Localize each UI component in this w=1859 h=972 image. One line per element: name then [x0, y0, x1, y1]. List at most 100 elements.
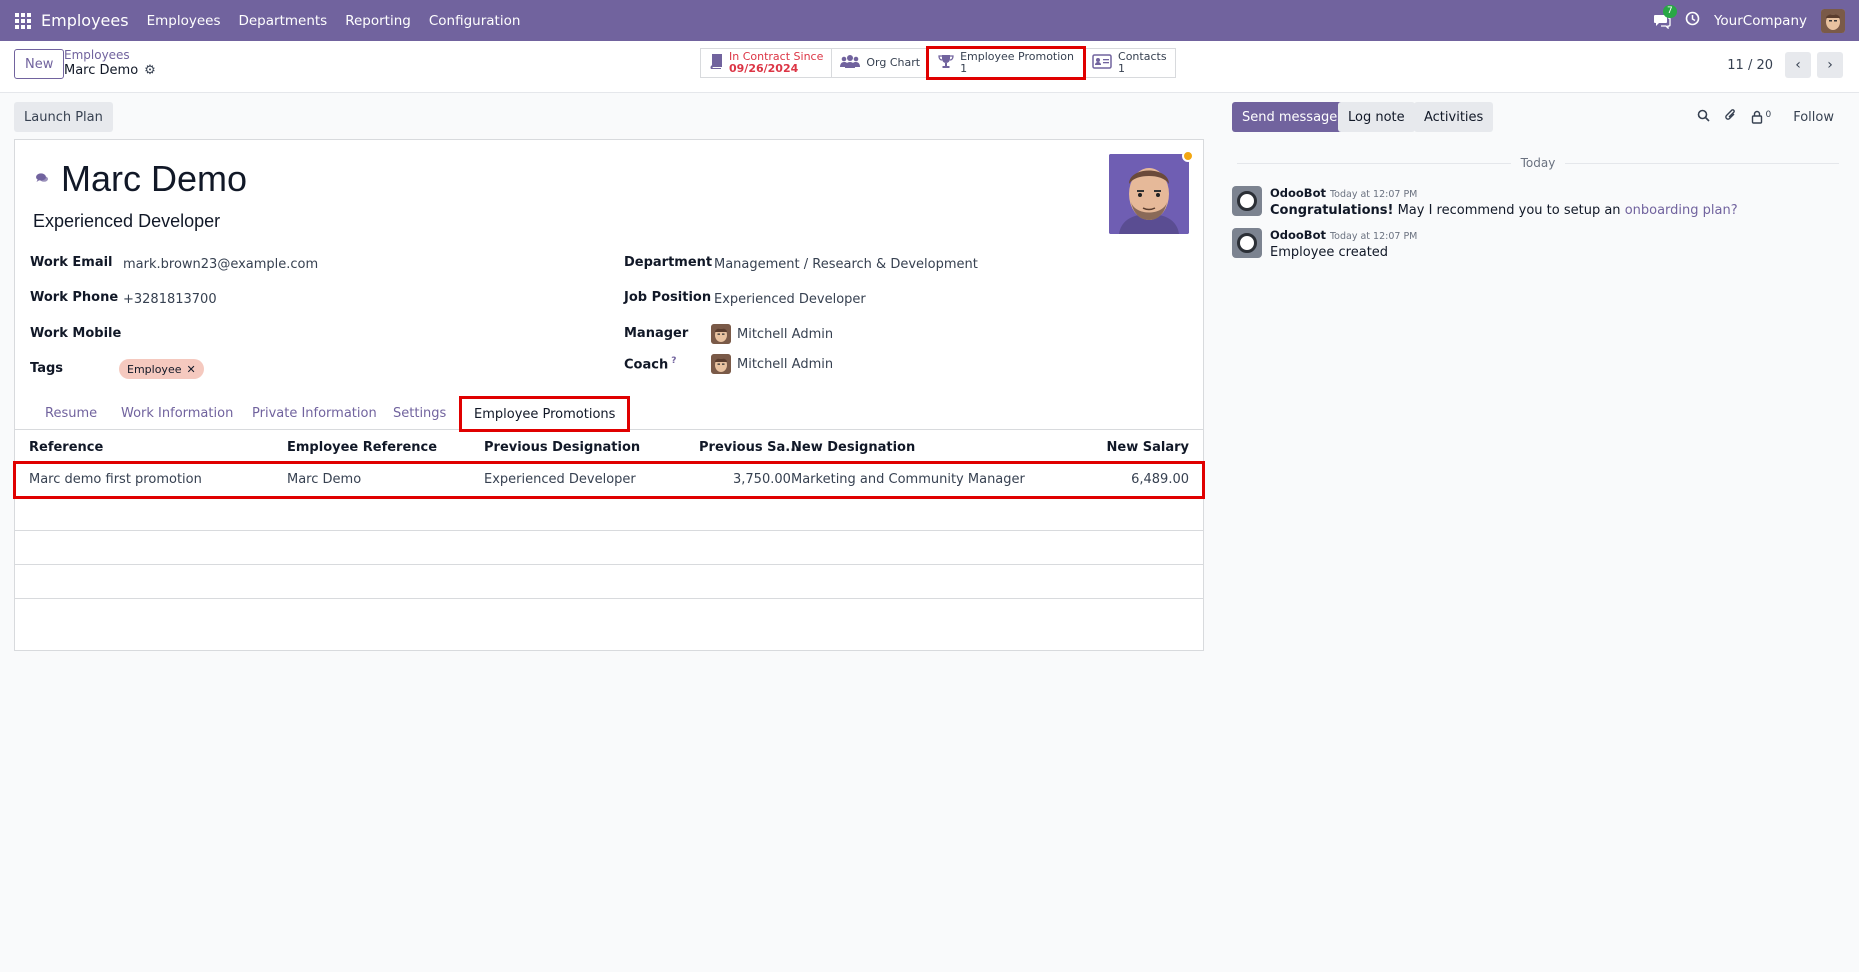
presence-status-dot — [1182, 150, 1194, 162]
work-phone-field[interactable]: +3281813700 — [123, 292, 217, 307]
table-row[interactable]: Marc demo first promotion Marc Demo Expe… — [13, 461, 1205, 499]
message-bold: Congratulations! — [1270, 203, 1394, 218]
cell-reference: Marc demo first promotion — [29, 472, 202, 487]
col-previous-designation[interactable]: Previous Designation — [484, 440, 640, 455]
gear-icon[interactable]: ⚙ — [144, 63, 156, 78]
work-email-field[interactable]: mark.brown23@example.com — [123, 257, 318, 272]
chevron-left-icon[interactable]: ‹ — [1785, 52, 1811, 78]
manager-name: Mitchell Admin — [737, 326, 834, 342]
employee-photo[interactable] — [1109, 154, 1189, 234]
col-employee-reference[interactable]: Employee Reference — [287, 440, 437, 455]
work-mobile-field[interactable] — [123, 326, 503, 344]
breadcrumb-current-label: Marc Demo — [64, 63, 139, 78]
top-navbar: Employees Employees Departments Reportin… — [0, 0, 1859, 41]
employee-name[interactable]: Marc Demo — [61, 158, 247, 200]
apps-grid-icon[interactable] — [15, 12, 31, 29]
chevron-right-icon[interactable]: › — [1817, 52, 1843, 78]
coach-field[interactable]: Mitchell Admin — [711, 354, 833, 374]
id-card-icon — [1092, 54, 1112, 72]
date-separator-label: Today — [1520, 156, 1556, 170]
breadcrumb-parent[interactable]: Employees — [64, 48, 130, 62]
table-header: Reference Employee Reference Previous De… — [15, 431, 1203, 463]
new-button[interactable]: New — [14, 49, 65, 79]
message-time: Today at 12:07 PM — [1329, 189, 1418, 200]
department-field[interactable]: Management / Research & Development — [714, 257, 978, 272]
message-text: May I recommend you to setup an — [1393, 203, 1625, 218]
coach-label-text: Coach — [624, 357, 669, 373]
odoobot-avatar[interactable] — [1232, 186, 1262, 216]
log-note-button[interactable]: Log note — [1338, 102, 1415, 132]
department-label: Department — [624, 255, 713, 270]
company-switcher[interactable]: YourCompany — [1714, 13, 1807, 29]
pager-value[interactable]: 11 / 20 — [1727, 58, 1773, 73]
send-message-button[interactable]: Send message — [1232, 102, 1348, 132]
notebook-tabs: Resume Work Information Private Informat… — [15, 396, 1203, 432]
search-icon[interactable] — [1697, 109, 1711, 126]
tag-employee-label: Employee — [127, 362, 182, 376]
empty-row — [15, 565, 1203, 599]
tab-resume[interactable]: Resume — [45, 406, 97, 421]
manager-field[interactable]: Mitchell Admin — [711, 324, 833, 344]
empty-row — [15, 531, 1203, 565]
menu-employees[interactable]: Employees — [147, 13, 221, 29]
employee-promotion-button[interactable]: Employee Promotion 1 — [926, 46, 1087, 80]
cell-new-salary: 6,489.00 — [1131, 472, 1189, 487]
follow-button[interactable]: Follow — [1793, 110, 1834, 125]
avatar — [711, 354, 731, 374]
tab-employee-promotions[interactable]: Employee Promotions — [458, 396, 631, 432]
trophy-icon — [938, 54, 954, 72]
pager: 11 / 20 ‹ › — [1727, 52, 1843, 78]
message-author[interactable]: OdooBot — [1270, 228, 1326, 242]
tab-work-information[interactable]: Work Information — [121, 406, 233, 421]
col-reference[interactable]: Reference — [29, 440, 103, 455]
message-author[interactable]: OdooBot — [1270, 186, 1326, 200]
contract-since-button[interactable]: In Contract Since 09/26/2024 — [700, 48, 833, 78]
tag-employee: Employee ✕ — [119, 359, 204, 379]
employee-job-title[interactable]: Experienced Developer — [33, 211, 220, 232]
app-title[interactable]: Employees — [41, 11, 129, 30]
employee-form-sheet: Marc Demo Experienced Developer Work Ema… — [13, 139, 1205, 651]
close-icon[interactable]: ✕ — [186, 363, 195, 376]
work-mobile-label: Work Mobile — [30, 326, 122, 341]
user-avatar[interactable] — [1821, 8, 1845, 33]
col-previous-salary[interactable]: Previous Sa... — [699, 440, 800, 455]
menu-configuration[interactable]: Configuration — [429, 13, 521, 29]
users-icon — [840, 54, 861, 72]
promotions-table: Reference Employee Reference Previous De… — [13, 431, 1205, 599]
odoobot-avatar[interactable] — [1232, 228, 1262, 258]
employee-promotion-count: 1 — [960, 62, 968, 75]
clock-icon[interactable] — [1685, 11, 1700, 30]
cell-employee-reference: Marc Demo — [287, 472, 362, 487]
book-icon — [709, 54, 723, 72]
messages-badge: 7 — [1662, 4, 1677, 18]
chat-bubbles-icon[interactable] — [35, 172, 49, 188]
coach-label: Coach? — [624, 356, 676, 372]
message-body: Congratulations! May I recommend you to … — [1270, 203, 1738, 218]
menu-reporting[interactable]: Reporting — [345, 13, 411, 29]
tab-private-information[interactable]: Private Information — [252, 406, 377, 421]
col-new-designation[interactable]: New Designation — [791, 440, 915, 455]
followers-button[interactable]: 0 — [1751, 110, 1771, 124]
onboarding-plan-link[interactable]: onboarding plan? — [1625, 203, 1738, 218]
breadcrumb-current: Marc Demo ⚙ — [64, 63, 156, 78]
message-time: Today at 12:07 PM — [1329, 231, 1418, 242]
date-separator: Today — [1237, 155, 1839, 171]
contacts-button[interactable]: Contacts 1 — [1083, 48, 1176, 78]
activities-button[interactable]: Activities — [1414, 102, 1494, 132]
coach-name: Mitchell Admin — [737, 356, 834, 372]
tags-label: Tags — [30, 361, 64, 376]
help-icon[interactable]: ? — [671, 356, 676, 366]
job-position-field[interactable]: Experienced Developer — [714, 292, 866, 307]
chatter-tools: 0 Follow — [1697, 108, 1834, 126]
message-item: OdooBot Today at 12:07 PM Employee create… — [1232, 228, 1417, 260]
menu-departments[interactable]: Departments — [238, 13, 327, 29]
org-chart-button[interactable]: Org Chart — [831, 48, 930, 78]
col-new-salary[interactable]: New Salary — [1107, 440, 1189, 455]
tab-settings[interactable]: Settings — [393, 406, 446, 421]
launch-plan-button[interactable]: Launch Plan — [14, 102, 113, 132]
paperclip-icon[interactable] — [1724, 108, 1737, 126]
work-email-label: Work Email — [30, 255, 113, 270]
follower-count: 0 — [1765, 110, 1772, 120]
messages-icon[interactable]: 7 — [1653, 4, 1677, 29]
title-row: Marc Demo — [35, 158, 247, 200]
